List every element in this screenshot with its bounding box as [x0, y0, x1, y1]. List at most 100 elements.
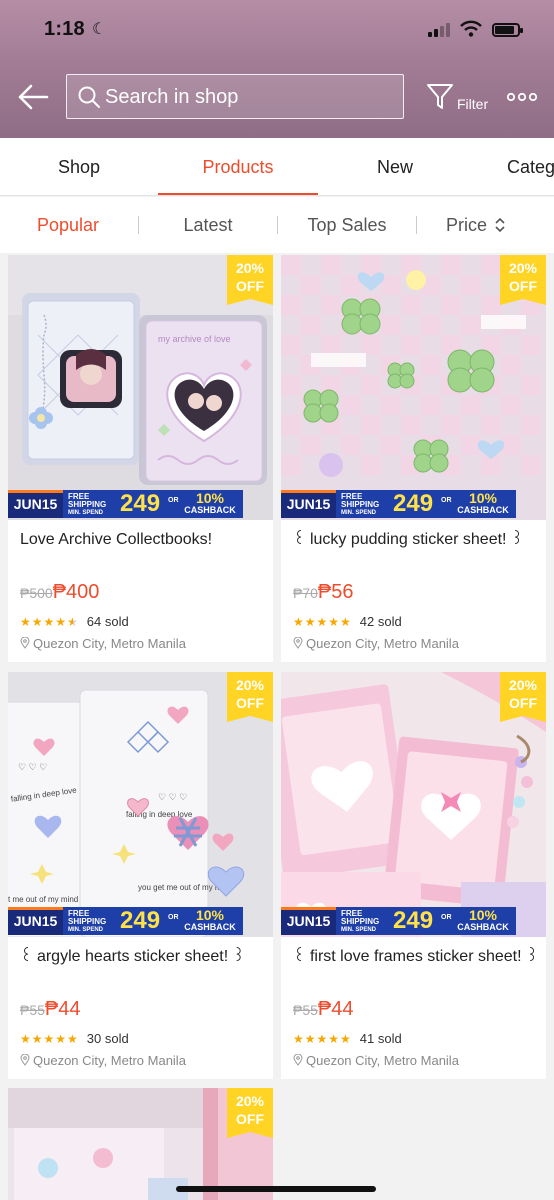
- location-pin-icon: [293, 637, 303, 649]
- more-options-icon[interactable]: [506, 86, 538, 108]
- location-pin-icon: [20, 637, 30, 649]
- cashback-block: 10% CASHBACK: [453, 907, 513, 933]
- discount-percent: 20%: [235, 677, 265, 693]
- location-row: Quezon City, Metro Manila: [20, 636, 186, 651]
- back-arrow-icon[interactable]: [16, 80, 50, 114]
- location-row: Quezon City, Metro Manila: [20, 1053, 186, 1068]
- min-spend-label: MIN. SPEND: [68, 927, 104, 933]
- sort-bar: Popular Latest Top Sales Price: [0, 197, 554, 253]
- free-shipping-text: FREE SHIPPING MIN. SPEND: [68, 910, 106, 934]
- discount-off: OFF: [236, 695, 264, 711]
- sort-latest[interactable]: Latest: [160, 197, 256, 253]
- discount-badge: 20% OFF: [227, 1088, 273, 1138]
- min-spend-amount: 249: [393, 490, 434, 517]
- product-card[interactable]: 20% OFF: [8, 1088, 273, 1200]
- original-price: ₱55: [20, 1002, 45, 1018]
- location-row: Quezon City, Metro Manila: [293, 636, 459, 651]
- battery-icon: [492, 23, 523, 37]
- campaign-date: JUN15: [281, 490, 336, 518]
- sort-popular[interactable]: Popular: [20, 197, 116, 253]
- campaign-date: JUN15: [281, 907, 336, 935]
- svg-text:my archive of love: my archive of love: [158, 334, 231, 344]
- price-row: ₱500₱400: [20, 581, 99, 605]
- tab-products[interactable]: Products: [158, 138, 318, 195]
- tab-new[interactable]: New: [355, 138, 435, 195]
- campaign-banner: JUN15 FREE SHIPPING MIN. SPEND 249 OR 10…: [281, 488, 546, 520]
- sold-count: 64 sold: [86, 614, 129, 629]
- sort-top-sales[interactable]: Top Sales: [296, 197, 398, 253]
- product-card[interactable]: 20% OFF JUN15 FREE SHIPPING MIN. SPEND 2…: [281, 672, 546, 1079]
- product-name: ꒰ argyle hearts sticker sheet! ꒱: [20, 948, 246, 965]
- discount-off: OFF: [509, 695, 537, 711]
- signal-icon: [428, 23, 450, 37]
- cashback-label: CASHBACK: [184, 922, 236, 932]
- cashback-percent: 10%: [468, 490, 498, 506]
- cashback-label: CASHBACK: [457, 505, 509, 515]
- campaign-banner: JUN15 FREE SHIPPING MIN. SPEND 249 OR 10…: [281, 905, 546, 937]
- search-icon: [78, 86, 100, 108]
- filter-icon: [427, 84, 453, 109]
- min-spend-label: MIN. SPEND: [341, 927, 377, 933]
- filter-button[interactable]: Filter: [425, 82, 495, 114]
- or-label: OR: [441, 914, 452, 921]
- min-spend-label: MIN. SPEND: [68, 510, 104, 516]
- search-placeholder: Search in shop: [105, 86, 239, 108]
- cashback-percent: 10%: [468, 907, 498, 923]
- location-row: Quezon City, Metro Manila: [293, 1053, 459, 1068]
- free-shipping-text: FREE SHIPPING MIN. SPEND: [341, 493, 379, 517]
- shipping-label: SHIPPING: [341, 917, 380, 926]
- location-text: Quezon City, Metro Manila: [33, 1053, 186, 1068]
- shipping-label: SHIPPING: [68, 917, 107, 926]
- product-name: ꒰ lucky pudding sticker sheet! ꒱: [293, 531, 524, 548]
- min-spend-amount: 249: [120, 907, 161, 934]
- search-input[interactable]: Search in shop: [66, 74, 404, 119]
- discount-percent: 20%: [508, 677, 538, 693]
- shop-tabs: Shop Products New Categ: [0, 138, 554, 196]
- cashback-label: CASHBACK: [184, 505, 236, 515]
- location-text: Quezon City, Metro Manila: [306, 1053, 459, 1068]
- location-pin-icon: [293, 1054, 303, 1066]
- campaign-banner: JUN15 FREE SHIPPING MIN. SPEND 249 OR 10…: [8, 488, 273, 520]
- or-label: OR: [168, 497, 179, 504]
- sold-count: 41 sold: [359, 1031, 402, 1046]
- rating-row: ★★★★★ 41 sold: [293, 1031, 402, 1046]
- cashback-percent: 10%: [195, 907, 225, 923]
- filter-label: Filter: [457, 96, 489, 112]
- price-row: ₱55₱44: [293, 998, 354, 1022]
- svg-text:♡ ♡ ♡: ♡ ♡ ♡: [158, 792, 187, 802]
- star-rating-icon: ★★★★★: [20, 1032, 79, 1046]
- product-name: Love Archive Collectbooks!: [20, 531, 213, 548]
- rating-row: ★★★★★ 30 sold: [20, 1031, 129, 1046]
- sort-price[interactable]: Price: [446, 197, 516, 253]
- product-card[interactable]: my archive of love 20% OFF JUN15 FREE SH…: [8, 255, 273, 662]
- campaign-date: JUN15: [8, 490, 63, 518]
- shipping-label: SHIPPING: [341, 500, 380, 509]
- discount-badge: 20% OFF: [227, 255, 273, 305]
- discount-percent: 20%: [235, 1093, 265, 1109]
- campaign-date: JUN15: [8, 907, 63, 935]
- product-card[interactable]: ♡ ♡ ♡ ♡ ♡ ♡ falling in deep love falling…: [8, 672, 273, 1079]
- product-card[interactable]: 20% OFF JUN15 FREE SHIPPING MIN. SPEND 2…: [281, 255, 546, 662]
- sort-arrows-icon: [495, 217, 505, 233]
- tab-categories[interactable]: Categ: [507, 138, 554, 195]
- price-row: ₱55₱44: [20, 998, 81, 1022]
- rating-row: ★★★★★ 42 sold: [293, 614, 402, 629]
- rating-row: ★★★★★ 64 sold: [20, 614, 129, 629]
- sale-price: ₱56: [317, 581, 354, 603]
- cashback-block: 10% CASHBACK: [180, 491, 240, 516]
- location-text: Quezon City, Metro Manila: [33, 636, 186, 651]
- status-bar: 1:18 ☾: [0, 18, 554, 46]
- min-spend-amount: 249: [120, 490, 161, 517]
- free-shipping-text: FREE SHIPPING MIN. SPEND: [341, 910, 379, 934]
- sold-count: 42 sold: [359, 614, 402, 629]
- shipping-label: SHIPPING: [68, 500, 107, 509]
- or-label: OR: [441, 497, 452, 504]
- svg-text:t me out of my mind: t me out of my mind: [8, 895, 78, 904]
- discount-badge: 20% OFF: [227, 672, 273, 722]
- status-time: 1:18: [44, 18, 85, 40]
- tab-shop[interactable]: Shop: [38, 138, 120, 195]
- location-pin-icon: [20, 1054, 30, 1066]
- divider: [277, 216, 278, 234]
- cashback-label: CASHBACK: [457, 922, 509, 932]
- home-indicator[interactable]: [176, 1186, 376, 1192]
